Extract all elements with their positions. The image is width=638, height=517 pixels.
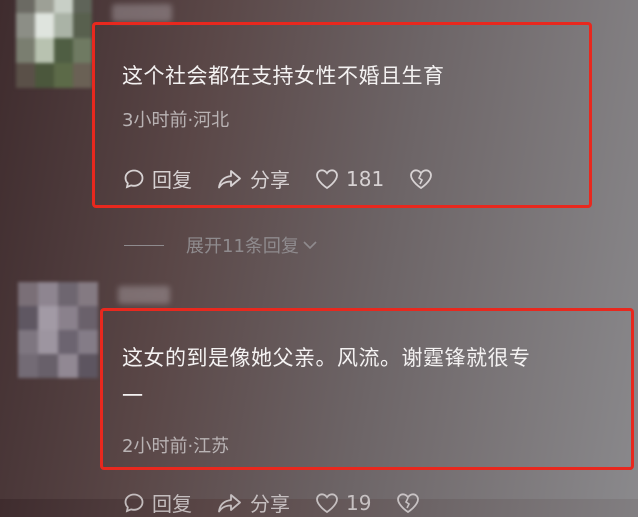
like-button[interactable]: 181: [314, 167, 384, 191]
dislike-button[interactable]: [395, 491, 427, 515]
avatar[interactable]: [16, 0, 92, 88]
comment-bubble-icon: [124, 169, 144, 188]
expand-replies-label: 展开11条回复: [186, 236, 299, 257]
reply-label: 回复: [152, 492, 192, 516]
heart-icon: [316, 168, 338, 189]
share-arrow-icon: [218, 169, 241, 188]
avatar[interactable]: [18, 282, 98, 378]
comment-actions: 回复 分享 19: [122, 488, 451, 517]
share-button[interactable]: 分享: [216, 164, 290, 193]
chevron-down-icon: [303, 241, 317, 250]
comment-meta: 3小时前·河北: [122, 110, 230, 131]
comment-actions: 回复 分享 181: [122, 164, 464, 193]
divider-line: [124, 244, 164, 246]
expand-replies-button[interactable]: 展开11条回复: [124, 232, 319, 258]
comment-meta: 2小时前·江苏: [122, 436, 230, 457]
dislike-button[interactable]: [408, 167, 440, 191]
share-arrow-icon: [218, 493, 241, 512]
comment-text-line-1: 这女的到是像她父亲。风流。谢霆锋就很专: [122, 346, 531, 370]
comment-bubble-icon: [124, 493, 144, 512]
share-button[interactable]: 分享: [216, 488, 290, 517]
share-label: 分享: [250, 168, 290, 192]
username-blurred: [118, 286, 170, 304]
broken-heart-icon: [397, 492, 420, 513]
comment-text: 这个社会都在支持女性不婚且生育: [122, 64, 445, 88]
reply-label: 回复: [152, 168, 192, 192]
username-blurred: [112, 4, 172, 22]
reply-button[interactable]: 回复: [122, 488, 192, 517]
heart-icon: [316, 492, 338, 513]
broken-heart-icon: [410, 168, 433, 189]
like-count: 181: [346, 166, 385, 191]
like-button[interactable]: 19: [314, 491, 371, 515]
reply-button[interactable]: 回复: [122, 164, 192, 193]
like-count: 19: [346, 490, 372, 515]
comment-text-line-2: 一: [122, 384, 144, 408]
share-label: 分享: [250, 492, 290, 516]
